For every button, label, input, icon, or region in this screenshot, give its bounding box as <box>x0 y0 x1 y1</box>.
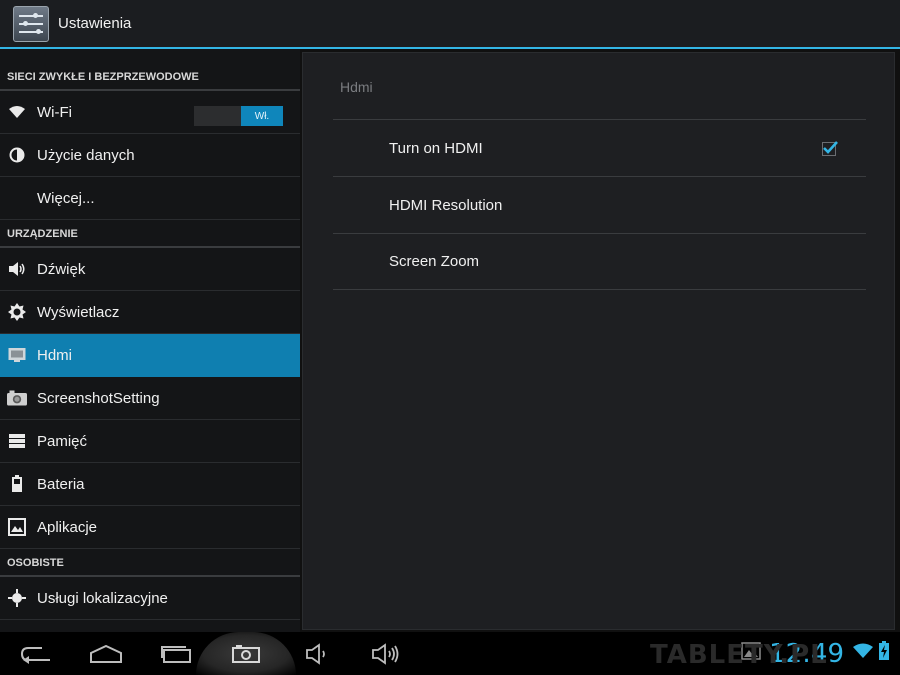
storage-icon <box>7 431 27 451</box>
brightness-icon <box>7 302 27 322</box>
data-usage-icon <box>7 145 27 165</box>
sidebar-item-label: Bateria <box>37 475 85 493</box>
sidebar-item-label: Hdmi <box>37 346 73 364</box>
sidebar-item-display[interactable]: Wyświetlacz <box>0 291 300 334</box>
monitor-icon <box>7 345 27 365</box>
recent-apps-icon[interactable] <box>158 632 194 675</box>
home-icon[interactable] <box>88 632 124 675</box>
checkbox-checked-icon[interactable] <box>822 140 838 156</box>
wifi-toggle[interactable]: Wł. <box>194 106 283 126</box>
back-icon[interactable] <box>18 632 54 675</box>
volume-up-icon[interactable] <box>368 632 404 675</box>
sidebar-item-wifi[interactable]: Wi-Fi Wł. <box>0 91 300 134</box>
apps-icon <box>7 517 27 537</box>
sidebar-item-label: Usługi lokalizacyjne <box>37 589 168 607</box>
battery-icon <box>7 474 27 494</box>
sidebar-item-label: ScreenshotSetting <box>37 389 160 407</box>
action-bar: Ustawienia <box>0 0 900 49</box>
volume-down-icon[interactable] <box>300 632 336 675</box>
settings-sidebar: SIECI ZWYKŁE I BEZPRZEWODOWE Wi-Fi Wł. U… <box>0 49 300 632</box>
sidebar-item-label: Pamięć <box>37 432 88 450</box>
sidebar-item-more[interactable]: Więcej... <box>0 177 300 220</box>
sidebar-item-sound[interactable]: Dźwięk <box>0 248 300 291</box>
sidebar-item-location[interactable]: Usługi lokalizacyjne <box>0 577 300 620</box>
pref-screen-zoom[interactable]: Screen Zoom <box>333 233 866 290</box>
settings-sliders-icon[interactable] <box>13 5 49 42</box>
page-title: Hdmi <box>340 79 373 95</box>
pref-turn-on-hdmi[interactable]: Turn on HDMI <box>333 119 866 176</box>
sidebar-item-battery[interactable]: Bateria <box>0 463 300 506</box>
sidebar-item-storage[interactable]: Pamięć <box>0 420 300 463</box>
sidebar-item-label: Dźwięk <box>37 260 86 278</box>
sidebar-item-apps[interactable]: Aplikacje <box>0 506 300 549</box>
wifi-toggle-on-label: Wł. <box>241 106 283 126</box>
wifi-icon <box>7 102 27 122</box>
sidebar-item-hdmi[interactable]: Hdmi <box>0 334 300 377</box>
sidebar-item-screenshot-setting[interactable]: ScreenshotSetting <box>0 377 300 420</box>
screenshot-icon[interactable] <box>228 632 264 675</box>
app-title: Ustawienia <box>58 15 132 32</box>
pref-label: Turn on HDMI <box>389 139 483 157</box>
pref-hdmi-resolution[interactable]: HDMI Resolution <box>333 176 866 233</box>
camera-icon <box>7 388 27 408</box>
sidebar-item-label: Użycie danych <box>37 146 135 164</box>
pref-label: HDMI Resolution <box>389 196 503 214</box>
sidebar-item-data-usage[interactable]: Użycie danych <box>0 134 300 177</box>
preference-list: Turn on HDMI HDMI Resolution Screen Zoom <box>333 119 866 290</box>
section-header-device: URZĄDZENIE <box>0 220 300 248</box>
speaker-icon <box>7 259 27 279</box>
battery-charging-icon <box>878 641 890 666</box>
sidebar-item-label: Wyświetlacz <box>37 303 120 321</box>
pref-label: Screen Zoom <box>389 253 480 270</box>
section-header-networks: SIECI ZWYKŁE I BEZPRZEWODOWE <box>0 49 300 91</box>
sidebar-item-label: Aplikacje <box>37 518 98 536</box>
detail-pane: Hdmi Turn on HDMI HDMI Resolution Screen… <box>302 52 895 630</box>
section-header-personal: OSOBISTE <box>0 549 300 577</box>
sidebar-item-label: Wi-Fi <box>37 103 72 121</box>
watermark-logo: TABLETY.PL <box>650 640 828 670</box>
wifi-signal-icon <box>852 643 874 664</box>
location-icon <box>7 588 27 608</box>
sidebar-item-label: Więcej... <box>37 189 95 207</box>
